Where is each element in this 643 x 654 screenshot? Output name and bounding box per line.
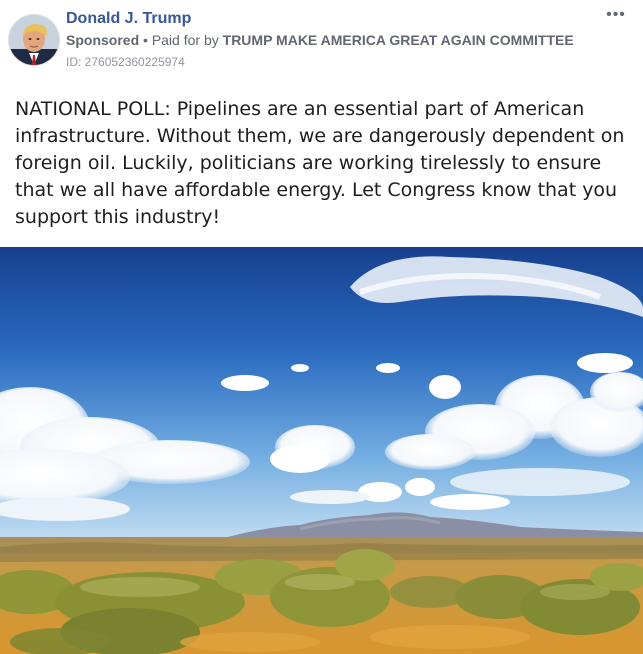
- sponsored-label: Sponsored: [66, 32, 140, 48]
- ad-image[interactable]: [0, 247, 643, 654]
- ad-header: Donald J. Trump Sponsored • Paid for by …: [0, 0, 643, 80]
- desert-landscape-image: [0, 247, 643, 654]
- paid-for-prefix: Paid for by: [151, 32, 219, 48]
- paid-for-committee: TRUMP MAKE AMERICA GREAT AGAIN COMMITTEE: [222, 32, 574, 48]
- page-name-link[interactable]: Donald J. Trump: [66, 10, 191, 28]
- ad-body-text: NATIONAL POLL: Pipelines are an essentia…: [15, 98, 625, 228]
- separator-dot: •: [143, 32, 148, 48]
- more-options-button[interactable]: •••: [602, 7, 630, 28]
- ad-id: ID: 276052360225974: [66, 55, 185, 69]
- avatar[interactable]: [8, 14, 60, 66]
- avatar-photo-icon: [9, 15, 59, 65]
- sponsorship-line: Sponsored • Paid for by TRUMP MAKE AMERI…: [66, 32, 574, 48]
- more-options-icon: •••: [606, 6, 626, 23]
